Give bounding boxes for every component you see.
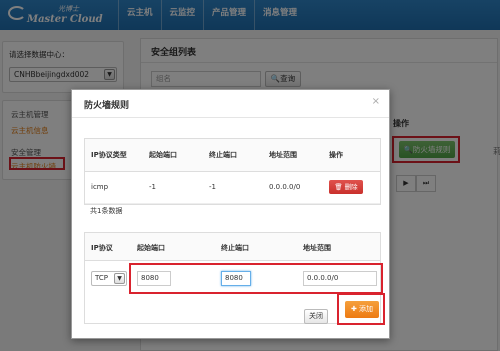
chevron-down-icon: ▼ bbox=[114, 273, 125, 284]
dialog-title: 防火墙规则 bbox=[84, 101, 130, 111]
cell-protocol: icmp bbox=[85, 171, 143, 204]
cell-operation: 🗑 删除 bbox=[323, 171, 380, 204]
add-col-end-port: 终止端口 bbox=[221, 244, 249, 252]
add-col-protocol: IP协议 bbox=[91, 244, 113, 252]
trash-icon: 🗑 bbox=[334, 183, 343, 191]
col-start-port: 起始端口 bbox=[143, 139, 203, 172]
cell-start-port: -1 bbox=[143, 171, 203, 204]
col-end-port: 终止端口 bbox=[203, 139, 263, 172]
col-protocol: IP协议类型 bbox=[85, 139, 143, 172]
rule-count-text: 共1条数据 bbox=[90, 207, 123, 215]
close-button[interactable]: 关闭 bbox=[304, 309, 328, 324]
close-icon[interactable]: × bbox=[372, 96, 380, 107]
cell-end-port: -1 bbox=[203, 171, 263, 204]
dialog-title-divider bbox=[72, 117, 389, 118]
table-row: icmp -1 -1 0.0.0.0/0 🗑 删除 bbox=[85, 171, 380, 204]
cell-address-range: 0.0.0.0/0 bbox=[263, 171, 323, 204]
add-col-start-port: 起始端口 bbox=[137, 244, 165, 252]
add-col-address-range: 地址范围 bbox=[303, 244, 331, 252]
highlight-box-add-button bbox=[337, 293, 385, 325]
delete-rule-button[interactable]: 🗑 删除 bbox=[329, 180, 363, 194]
protocol-select-value: TCP bbox=[95, 274, 108, 282]
firewall-rules-table: IP协议类型 起始端口 终止端口 地址范围 操作 icmp -1 -1 0.0.… bbox=[84, 138, 381, 205]
delete-rule-label: 删除 bbox=[344, 183, 358, 191]
col-operation: 操作 bbox=[323, 139, 380, 172]
add-form-header: IP协议 起始端口 终止端口 地址范围 bbox=[85, 233, 380, 261]
protocol-select[interactable]: TCP ▼ bbox=[91, 271, 127, 286]
highlight-box-add-fields bbox=[129, 263, 383, 294]
col-address-range: 地址范围 bbox=[263, 139, 323, 172]
firewall-rules-dialog: 防火墙规则 × IP协议类型 起始端口 终止端口 地址范围 操作 icmp -1… bbox=[71, 89, 390, 339]
